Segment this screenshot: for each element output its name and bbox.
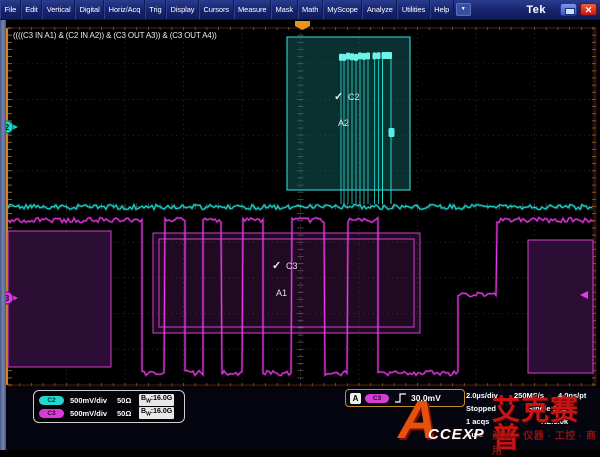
trigger-source-pill: C3 bbox=[365, 394, 389, 403]
minimize-icon bbox=[565, 8, 575, 15]
left-edge-strip bbox=[0, 20, 6, 450]
trigger-expression: ((((C3 IN A1) & (C2 IN A2)) & (C3 OUT A3… bbox=[13, 31, 217, 40]
channel-pill: C3 bbox=[39, 409, 64, 418]
menu-spacer bbox=[473, 0, 527, 19]
menu-item-digital[interactable]: Digital bbox=[75, 0, 104, 19]
menu-overflow-button[interactable]: ▼ bbox=[456, 3, 471, 16]
zone-a2-name-label[interactable]: A2 bbox=[338, 118, 349, 128]
channel-row-c2[interactable]: C2 500mV/div50ΩBW:16.0G bbox=[39, 394, 174, 406]
channel-impedance: 50Ω bbox=[117, 396, 139, 405]
channel-scale: 500mV/div bbox=[70, 409, 117, 418]
channel-bandwidth: BW:16.0G bbox=[139, 407, 174, 419]
menu-items: FileEditVerticalDigitalHoriz/AcqTrigDisp… bbox=[0, 0, 454, 19]
watermark-logo-text: CCEXP bbox=[428, 426, 485, 443]
menu-item-horiz-acq[interactable]: Horiz/Acq bbox=[104, 0, 145, 19]
menu-item-file[interactable]: File bbox=[0, 0, 21, 19]
menu-item-measure[interactable]: Measure bbox=[234, 0, 271, 19]
tek-logo: Tek bbox=[526, 0, 546, 19]
menu-item-vertical[interactable]: Vertical bbox=[42, 0, 75, 19]
menu-item-analyze[interactable]: Analyze bbox=[362, 0, 397, 19]
menu-item-edit[interactable]: Edit bbox=[21, 0, 43, 19]
channel-impedance: 50Ω bbox=[117, 409, 139, 418]
menu-item-mask[interactable]: Mask bbox=[271, 0, 298, 19]
channel-bandwidth: BW:16.0G bbox=[139, 394, 174, 406]
channel-pill: C2 bbox=[39, 396, 64, 405]
oscilloscope-application: { "window": { "brand": "Tek", "close_gly… bbox=[0, 0, 600, 450]
zone-a1-channel-label: C3 bbox=[286, 261, 298, 271]
close-button[interactable]: ✕ bbox=[580, 3, 597, 16]
menu-bar: FileEditVerticalDigitalHoriz/AcqTrigDisp… bbox=[0, 0, 600, 20]
zone-a2-check-icon: ✓ bbox=[334, 90, 343, 103]
minimize-button[interactable] bbox=[560, 3, 577, 16]
zone-a1-name-label[interactable]: A1 bbox=[276, 288, 287, 298]
channel-scale: 500mV/div bbox=[70, 396, 117, 405]
menu-item-trig[interactable]: Trig bbox=[145, 0, 166, 19]
menu-item-utilities[interactable]: Utilities bbox=[397, 0, 429, 19]
menu-item-myscope[interactable]: MyScope bbox=[323, 0, 363, 19]
menu-item-help[interactable]: Help bbox=[430, 0, 454, 19]
menu-item-display[interactable]: Display bbox=[166, 0, 199, 19]
menu-item-cursors[interactable]: Cursors bbox=[199, 0, 234, 19]
zone-a2-channel-label: C2 bbox=[348, 92, 360, 102]
watermark-slogan: 测试 · 仪器 · 工控 · 商用 bbox=[492, 427, 600, 457]
channel-readout-box[interactable]: C2 500mV/div50ΩBW:16.0G C3 500mV/div50ΩBW:1… bbox=[33, 390, 185, 423]
zone-a1-check-icon: ✓ bbox=[272, 259, 281, 272]
trigger-system-icon: A bbox=[350, 393, 361, 404]
acq-count-readout: 1 acqs bbox=[466, 417, 489, 426]
menu-item-math[interactable]: Math bbox=[298, 0, 323, 19]
channel-row-c3[interactable]: C3 500mV/div50ΩBW:16.0G bbox=[39, 407, 174, 419]
waveform-display[interactable]: 23 bbox=[0, 0, 600, 450]
